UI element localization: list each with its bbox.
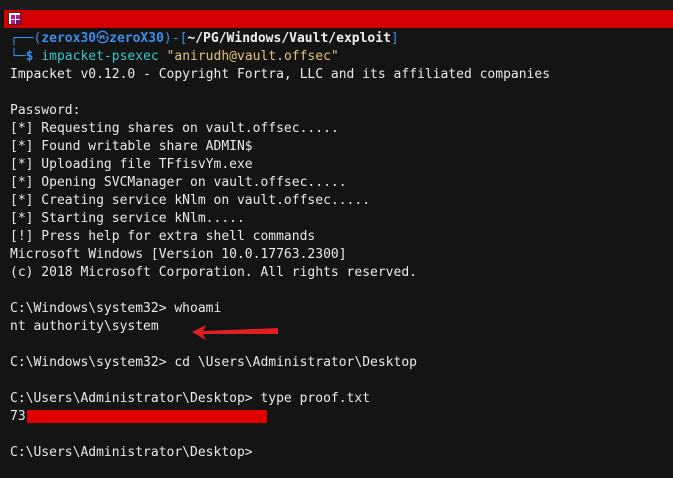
proof-prefix: 73	[10, 409, 26, 424]
cd-command-line: C:\Windows\system32> cd \Users\Administr…	[10, 355, 417, 370]
red-arrow-icon	[192, 325, 278, 340]
command-name: impacket-psexec	[41, 49, 159, 64]
log-line: [*] Found writable share ADMIN$	[10, 139, 253, 154]
prompt-path: ~/PG/Windows/Vault/exploit	[187, 31, 391, 46]
whoami-command-line: C:\Windows\system32> whoami	[10, 301, 222, 316]
password-line: Password:	[10, 103, 81, 118]
title-strip	[0, 0, 673, 10]
final-prompt-line[interactable]: C:\Users\Administrator\Desktop>	[10, 444, 673, 462]
prompt-close-paren: )	[163, 31, 172, 46]
windows-version-line: Microsoft Windows [Version 10.0.17763.23…	[10, 247, 347, 262]
banner-line: Impacket v0.12.0 - Copyright Fortra, LLC…	[10, 67, 551, 82]
log-line: [*] Requesting shares on vault.offsec...…	[10, 121, 339, 136]
prompt-host: zeroX30	[109, 31, 164, 46]
terminal-window[interactable]: ┌──(zerox30㉿zeroX30)-[~/PG/Windows/Vault…	[0, 0, 673, 478]
prompt-corner-top: ┌──	[10, 31, 34, 46]
prompt-user: zerox30	[41, 31, 97, 46]
prompt-dash: -	[171, 31, 180, 46]
log-line: [*] Opening SVCManager on vault.offsec..…	[10, 175, 347, 190]
prompt-line-1: ┌──(zerox30㉿zeroX30)-[~/PG/Windows/Vault…	[10, 30, 673, 48]
prompt-corner-bottom: └─	[10, 49, 26, 64]
prompt-close-bracket: ]	[390, 31, 399, 46]
type-command-line: C:\Users\Administrator\Desktop> type pro…	[10, 391, 371, 406]
prompt-dollar: $	[25, 49, 34, 64]
log-line: [!] Press help for extra shell commands	[10, 229, 316, 244]
prompt-line-2: └─$ impacket-psexec "anirudh@vault.offse…	[10, 48, 673, 66]
command-argument: "anirudh@vault.offsec"	[166, 49, 339, 64]
whoami-output-line: nt authority\system	[10, 319, 159, 334]
windows-copyright-line: (c) 2018 Microsoft Corporation. All righ…	[10, 265, 417, 280]
log-line: [*] Uploading file TFfisvYm.exe	[10, 157, 253, 172]
log-line: [*] Starting service kNlm.....	[10, 211, 245, 226]
skull-icon: ㉿	[96, 31, 110, 46]
terminal-output[interactable]: ┌──(zerox30㉿zeroX30)-[~/PG/Windows/Vault…	[10, 30, 673, 462]
redaction-bar	[4, 10, 673, 28]
log-line: [*] Creating service kNlm on vault.offse…	[10, 193, 371, 208]
terminal-app-icon	[8, 12, 21, 25]
proof-redaction	[26, 410, 267, 423]
proof-output-line: 73	[10, 408, 673, 426]
